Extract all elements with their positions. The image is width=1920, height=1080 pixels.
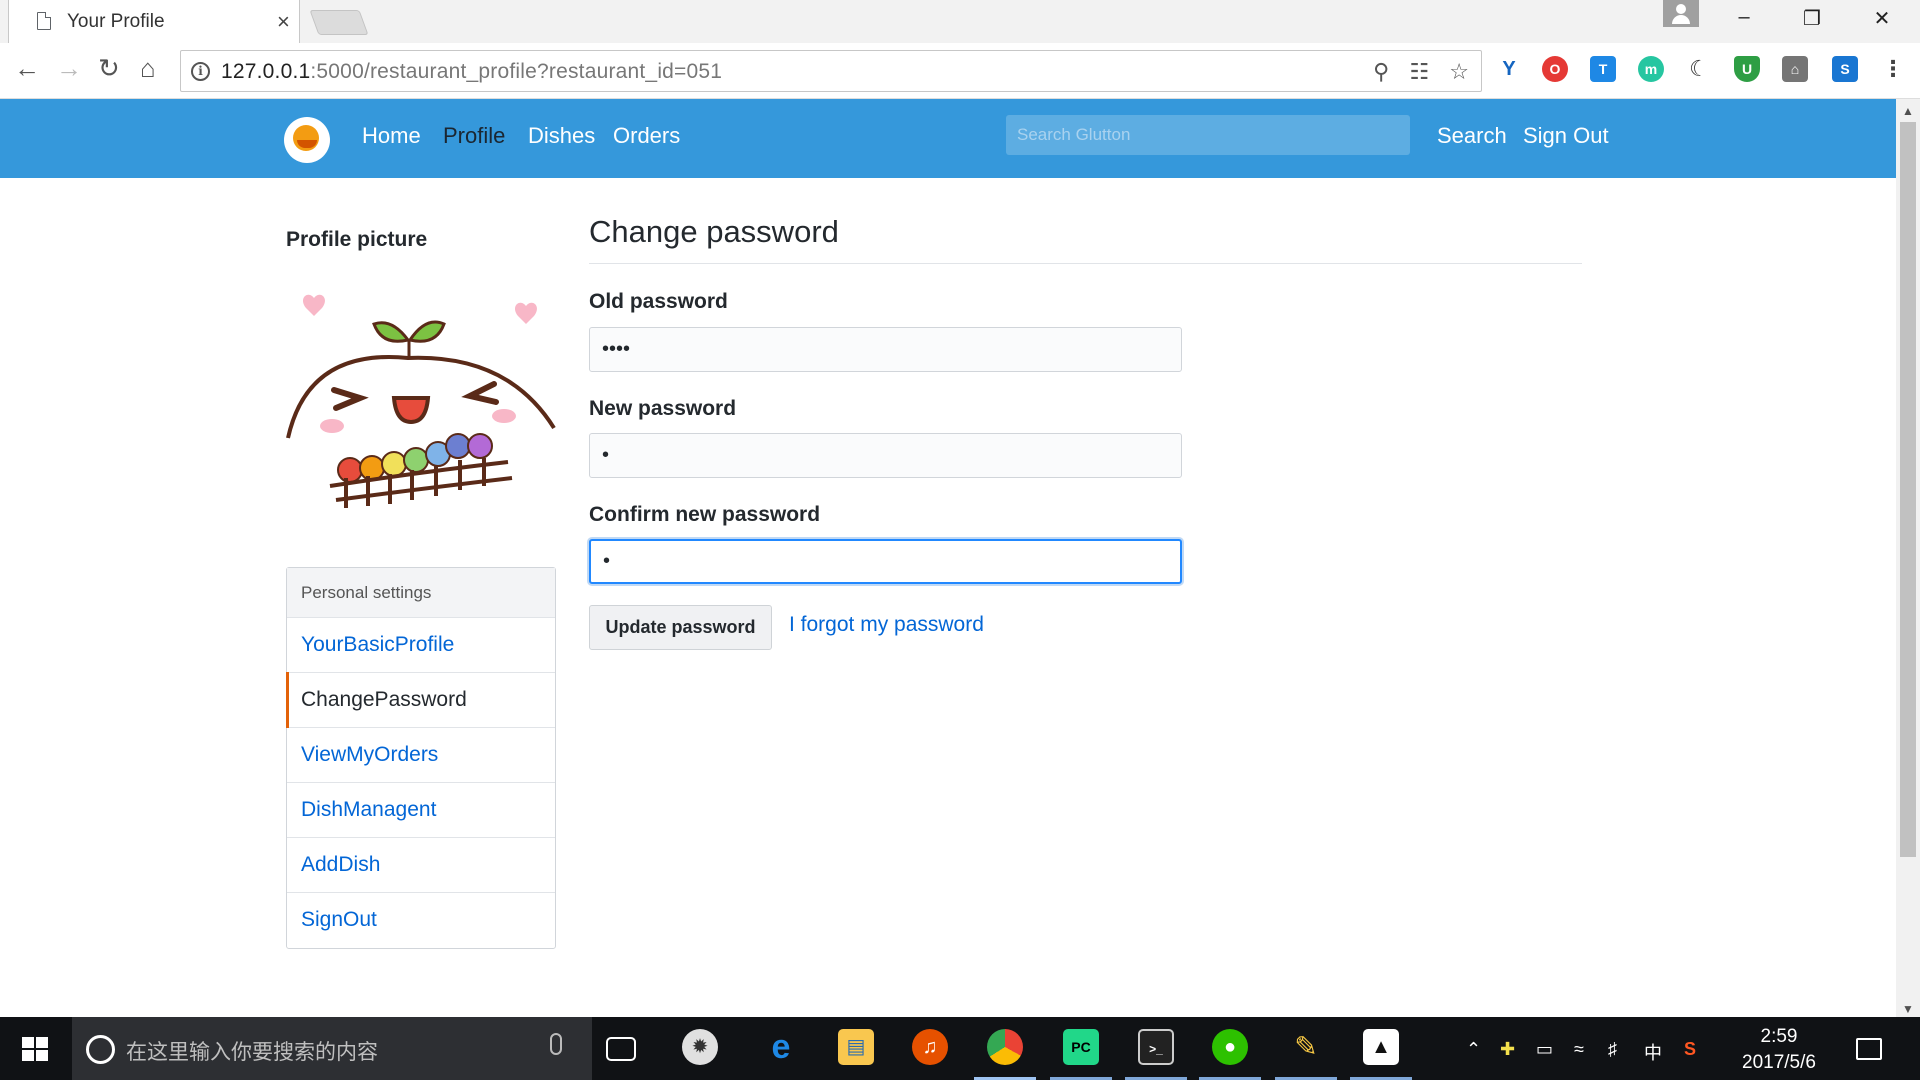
new-tab-button[interactable] [309,10,369,35]
scroll-up-icon[interactable]: ▲ [1900,104,1916,118]
task-view-icon[interactable] [606,1037,636,1061]
restore-icon[interactable]: ❐ [1792,6,1832,31]
new-password-field[interactable] [589,433,1182,478]
pinwheel-app-icon[interactable]: ✹ [682,1029,718,1065]
cortana-icon[interactable] [86,1035,115,1064]
user-profile-icon[interactable] [1663,0,1699,27]
settings-item-basic-profile[interactable]: YourBasicProfile [287,618,555,673]
site-info-icon[interactable]: i [191,62,210,81]
wifi-icon[interactable]: ≈ [1574,1039,1584,1060]
url-host: 127.0.0.1 [221,60,311,83]
action-center-icon[interactable] [1856,1038,1882,1060]
wechat-icon[interactable]: ● [1212,1029,1248,1065]
music-app-icon[interactable]: ♫ [912,1029,948,1065]
forward-icon[interactable]: → [56,55,82,81]
tray-chevron-icon[interactable]: ⌃ [1466,1039,1481,1060]
extension-moon-icon[interactable]: ☾ [1686,56,1712,82]
browser-toolbar: ← → ↻ ⌂ i 127.0.0.1:5000/restaurant_prof… [0,43,1920,99]
clock-date: 2017/5/6 [1742,1052,1816,1073]
old-password-field[interactable] [589,327,1182,372]
zoom-icon[interactable]: ⚲ [1373,59,1389,84]
extension-box-icon[interactable]: ⌂ [1782,56,1808,82]
windows-taskbar: 在这里输入你要搜索的内容 ✹ e ▤ ♫ PC >_ ● ✎ ▲ ⌃ ✚ ▭ ≈… [0,1017,1920,1080]
windows-start-icon[interactable] [22,1037,48,1061]
sketch-pen-icon[interactable]: ✎ [1288,1029,1324,1065]
personal-settings-menu: Personal settings YourBasicProfile Chang… [286,567,556,949]
clock-time: 2:59 [1760,1026,1798,1047]
back-icon[interactable]: ← [14,55,40,81]
settings-item-change-password[interactable]: ChangePassword [286,672,555,728]
settings-header: Personal settings [287,568,555,618]
settings-item-signout[interactable]: SignOut [287,893,555,948]
close-window-icon[interactable]: ✕ [1862,6,1902,31]
scroll-down-icon[interactable]: ▼ [1900,1002,1916,1016]
url-text[interactable]: 127.0.0.1:5000/restaurant_profile?restau… [221,60,722,84]
update-password-button[interactable]: Update password [589,605,772,650]
extension-y-icon[interactable]: Y [1496,56,1522,82]
reload-icon[interactable]: ↻ [98,55,120,81]
scrollbar-thumb[interactable] [1900,122,1916,857]
settings-item-dish-management[interactable]: DishManagent [287,783,555,838]
browser-tab[interactable]: Your Profile × [8,0,300,43]
confirm-password-field[interactable] [589,539,1182,584]
extension-translate-icon[interactable]: T [1590,56,1616,82]
profile-picture [286,294,556,508]
minimize-icon[interactable]: – [1724,6,1764,29]
site-search-input[interactable] [1006,115,1410,155]
new-password-label: New password [589,397,737,420]
home-icon[interactable]: ⌂ [140,55,156,81]
old-password-label: Old password [589,290,728,313]
confirm-password-label: Confirm new password [589,503,821,526]
edge-icon[interactable]: e [763,1029,799,1065]
forgot-password-link[interactable]: I forgot my password [789,613,984,637]
extension-s-icon[interactable]: S [1832,56,1858,82]
nav-profile[interactable]: Profile [443,123,505,149]
translate-icon[interactable]: ☷ [1409,59,1429,84]
extension-opera-icon[interactable]: O [1542,56,1568,82]
extension-m-icon[interactable]: m [1638,56,1664,82]
nav-search-button[interactable]: Search [1437,123,1507,149]
tray-plus-icon[interactable]: ✚ [1500,1039,1515,1060]
browser-tabstrip: Your Profile × – ❐ ✕ [0,0,1920,43]
address-bar[interactable]: i 127.0.0.1:5000/restaurant_profile?rest… [180,50,1482,92]
close-tab-icon[interactable]: × [277,9,290,35]
volume-muted-icon[interactable]: ♯ [1608,1039,1617,1060]
page-title: Change password [589,214,839,249]
omnibox-actions: ⚲ ☷ ☆ [1359,59,1469,85]
settings-item-add-dish[interactable]: AddDish [287,838,555,893]
nav-home[interactable]: Home [362,123,421,149]
glutton-logo[interactable] [284,117,330,163]
nav-orders[interactable]: Orders [613,123,680,149]
microphone-icon[interactable] [550,1033,562,1055]
bookmark-star-icon[interactable]: ☆ [1449,59,1469,84]
taskbar-clock[interactable]: 2:59 2017/5/6 [1724,1024,1834,1076]
url-path: :5000/restaurant_profile?restaurant_id=0… [310,60,723,83]
photos-icon[interactable]: ▲ [1363,1029,1399,1065]
settings-item-view-orders[interactable]: ViewMyOrders [287,728,555,783]
taskbar-search-placeholder: 在这里输入你要搜索的内容 [126,1041,378,1064]
chrome-icon[interactable] [987,1029,1023,1065]
ime-indicator[interactable]: 中 [1644,1039,1662,1065]
taskbar-search-box[interactable]: 在这里输入你要搜索的内容 [72,1017,592,1080]
page-icon [37,12,51,30]
profile-picture-title: Profile picture [286,228,428,251]
file-explorer-icon[interactable]: ▤ [838,1029,874,1065]
page-content: Profile picture Personal settings YourBa… [0,178,1896,1018]
pycharm-icon[interactable]: PC [1063,1029,1099,1065]
extension-shield-icon[interactable]: U [1734,56,1760,82]
chrome-menu-icon[interactable]: ⋮ [1880,56,1906,82]
title-divider [589,263,1582,264]
tab-title: Your Profile [67,11,165,32]
nav-dishes[interactable]: Dishes [528,123,595,149]
battery-icon[interactable]: ▭ [1536,1039,1553,1060]
sogou-input-icon[interactable]: S [1684,1039,1696,1060]
terminal-icon[interactable]: >_ [1138,1029,1174,1065]
nav-signout[interactable]: Sign Out [1523,123,1609,149]
site-navbar: Home Profile Dishes Orders Search Sign O… [0,99,1896,178]
